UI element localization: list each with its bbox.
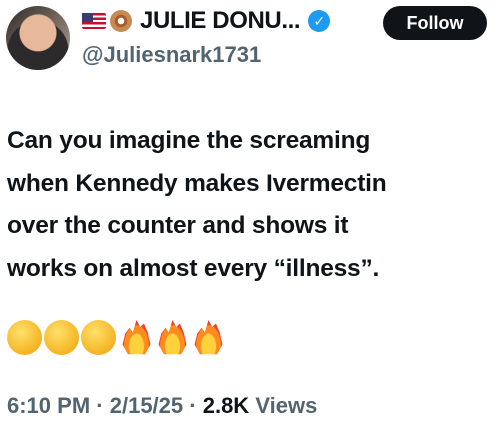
- views-label: Views: [255, 393, 318, 418]
- tweet-time[interactable]: 6:10 PM: [7, 393, 90, 418]
- verified-badge-icon: ✓: [308, 10, 331, 32]
- author-handle[interactable]: @Juliesnark1731: [82, 42, 261, 68]
- avatar[interactable]: [6, 6, 70, 70]
- separator: ·: [96, 393, 104, 418]
- author-display-name[interactable]: JULIE DONU...: [140, 7, 301, 35]
- us-flag-icon: [82, 13, 106, 29]
- views-count[interactable]: 2.8K: [203, 393, 249, 418]
- crying-face-icon: [81, 320, 116, 355]
- fire-icon: [194, 320, 223, 355]
- reaction-emojis: [7, 320, 224, 355]
- donut-icon: [110, 10, 132, 32]
- tweet-meta: 6:10 PM · 2/15/25 · 2.8K Views: [7, 393, 317, 419]
- fire-icon: [122, 320, 151, 355]
- tears-of-joy-face-icon: [44, 320, 79, 355]
- separator: ·: [189, 393, 197, 418]
- hand-over-mouth-face-icon: [7, 320, 42, 355]
- follow-button[interactable]: Follow: [383, 6, 487, 40]
- author-name-row: JULIE DONU... ✓: [82, 4, 331, 38]
- tweet-text: Can you imagine the screaming when Kenne…: [7, 127, 387, 282]
- fire-icon: [158, 320, 187, 355]
- tweet-date[interactable]: 2/15/25: [110, 393, 183, 418]
